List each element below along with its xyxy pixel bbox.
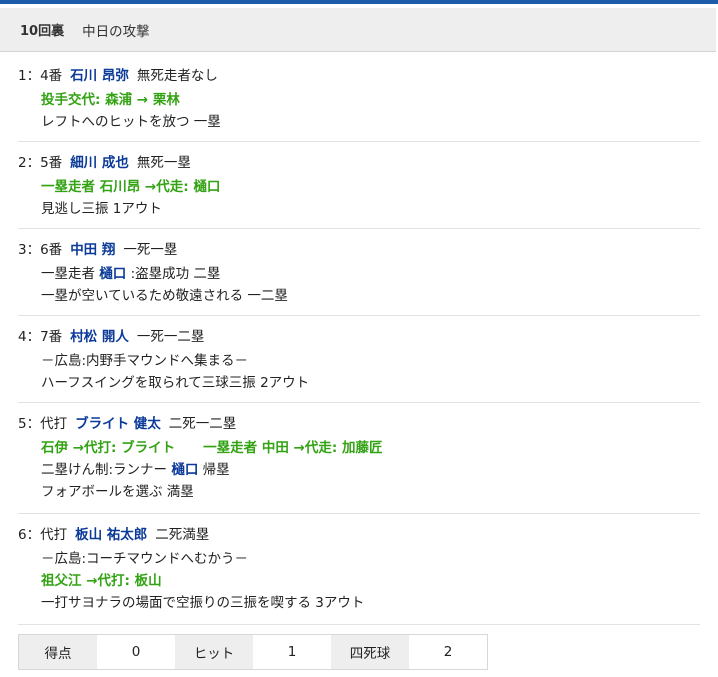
play-text: 石伊 [41, 440, 68, 456]
play-detail-line: 石伊 →代打: ブライト 一塁走者 中田 →代走: 加藤匠 [41, 438, 382, 458]
play-header: 1：4番 石川 昂弥 無死走者なし [18, 66, 218, 86]
play-text: →代走: [140, 179, 194, 195]
play-text: →代走: [288, 440, 342, 456]
play-entry: 2：5番 細川 成也 無死一塁一塁走者 石川昂 →代走: 樋口見逃し三振 1アウト [18, 153, 700, 229]
play-detail-line: －広島:コーチマウンドへむかう－ [41, 549, 248, 569]
batter-name-link[interactable]: 村松 開人 [70, 329, 129, 345]
play-detail-line: フォアボールを選ぶ 満塁 [41, 482, 194, 502]
play-text: :盗塁成功 二塁 [126, 266, 221, 282]
batter-name-link[interactable]: ブライト 健太 [75, 416, 161, 432]
play-entry: 3：6番 中田 翔一死一塁一塁走者 樋口 :盗塁成功 二塁一塁が空いているため敬遠… [18, 240, 700, 316]
play-text: レフトへのヒットを放つ 一塁 [41, 114, 221, 130]
play-text: → [132, 92, 153, 108]
batting-order: 4：7番 [18, 329, 63, 345]
base-situation: 無死一塁 [136, 155, 191, 171]
play-text: 一塁走者 [203, 440, 262, 456]
play-text: ハーフスイングを取られて三球三振 2アウト [41, 375, 310, 391]
inning-label: 10回裏 [20, 24, 65, 39]
batting-order: 6：代打 [18, 527, 68, 543]
batting-order: 1：4番 [18, 68, 63, 84]
play-text: →代打: [68, 440, 122, 456]
play-text: 見逃し三振 1アウト [41, 201, 162, 217]
play-detail-line: レフトへのヒットを放つ 一塁 [41, 112, 221, 132]
player-name-link[interactable]: 樋口 [99, 266, 126, 282]
play-detail-line: 一塁走者 石川昂 →代走: 樋口 [41, 177, 220, 197]
base-situation: 一死一塁 [123, 242, 178, 258]
play-detail-line: ハーフスイングを取られて三球三振 2アウト [41, 373, 309, 393]
play-detail-line: 投手交代: 森浦 → 栗林 [41, 90, 180, 110]
play-text: 中田 [261, 440, 289, 456]
top-accent-bar [0, 0, 718, 4]
play-text: －広島:内野手マウンドへ集まる－ [41, 353, 249, 369]
play-text: 一塁が空いているため敬遠される 一二塁 [41, 288, 288, 304]
batting-order: 2：5番 [18, 155, 63, 171]
batter-name-link[interactable]: 中田 翔 [70, 242, 115, 258]
play-text: 一塁走者 [41, 179, 100, 195]
play-text: 森浦 [105, 92, 133, 108]
play-text: 一塁走者 [41, 266, 100, 282]
inning-stats-table: 得点 0 ヒット 1 四死球 2 [18, 634, 488, 670]
base-situation: 無死走者なし [136, 68, 218, 84]
play-entry: 1：4番 石川 昂弥 無死走者なし投手交代: 森浦 → 栗林レフトへのヒットを放つ … [18, 66, 700, 142]
batter-name-link[interactable]: 細川 成也 [70, 155, 129, 171]
play-text: 祖父江 [41, 573, 82, 589]
play-entry: 6：代打 板山 祐太郎 二死満塁 －広島:コーチマウンドへむかう－ 祖父江 →代打: 板… [18, 525, 700, 625]
play-header: 2：5番 細川 成也 無死一塁 [18, 153, 191, 173]
inning-header: 10回裏 中日の攻撃 [0, 8, 716, 52]
batter-name-link[interactable]: 石川 昂弥 [70, 68, 129, 84]
play-text: 帰塁 [198, 462, 230, 478]
play-entry: 4：7番 村松 開人 一死一二塁 －広島:内野手マウンドへ集まる－ ハーフスイングを取ら… [18, 327, 700, 403]
play-detail-line: 一塁走者 樋口 :盗塁成功 二塁 [41, 264, 220, 284]
player-name-link[interactable]: 樋口 [171, 462, 198, 478]
play-text: →代打: [81, 573, 135, 589]
play-text: フォアボールを選ぶ 満塁 [41, 484, 194, 500]
play-text: 投手交代: [41, 92, 106, 108]
attack-team-label: 中日の攻撃 [82, 23, 150, 40]
stat-label: 四死球 [331, 635, 409, 669]
play-detail-line: 二塁けん制:ランナー 樋口 帰塁 [41, 460, 230, 480]
play-text: 栗林 [152, 92, 180, 108]
stat-value: 2 [409, 635, 487, 669]
batting-order: 3：6番 [18, 242, 63, 258]
play-header: 5：代打 ブライト 健太 二死一二塁 [18, 414, 236, 434]
play-detail-line: 見逃し三振 1アウト [41, 199, 162, 219]
play-header: 6：代打 板山 祐太郎 二死満塁 [18, 525, 209, 545]
play-header: 4：7番 村松 開人 一死一二塁 [18, 327, 204, 347]
batting-order: 5：代打 [18, 416, 68, 432]
stat-label: ヒット [175, 635, 253, 669]
play-entry: 5：代打 ブライト 健太 二死一二塁石伊 →代打: ブライト 一塁走者 中田 →代走:… [18, 414, 700, 514]
play-text: ブライト [121, 440, 176, 456]
play-detail-line: 一打サヨナラの場面で空振りの三振を喫する 3アウト [41, 593, 364, 613]
base-situation: 二死一二塁 [168, 416, 237, 432]
play-text: 一打サヨナラの場面で空振りの三振を喫する 3アウト [41, 595, 365, 611]
play-text: 樋口 [193, 179, 221, 195]
play-detail-line: 祖父江 →代打: 板山 [41, 571, 162, 591]
stat-label: 得点 [19, 635, 97, 669]
play-detail-line: －広島:内野手マウンドへ集まる－ [41, 351, 248, 371]
play-header: 3：6番 中田 翔一死一塁 [18, 240, 177, 260]
stat-value: 0 [97, 635, 175, 669]
play-detail-line: 一塁が空いているため敬遠される 一二塁 [41, 286, 288, 306]
batter-name-link[interactable]: 板山 祐太郎 [75, 527, 147, 543]
play-text: －広島:コーチマウンドへむかう－ [41, 551, 249, 567]
play-text: 二塁けん制:ランナー [41, 462, 172, 478]
base-situation: 一死一二塁 [136, 329, 205, 345]
play-text: 石川昂 [99, 179, 141, 195]
base-situation: 二死満塁 [155, 527, 210, 543]
stat-value: 1 [253, 635, 331, 669]
play-text: 加藤匠 [341, 440, 383, 456]
play-text: 板山 [134, 573, 162, 589]
